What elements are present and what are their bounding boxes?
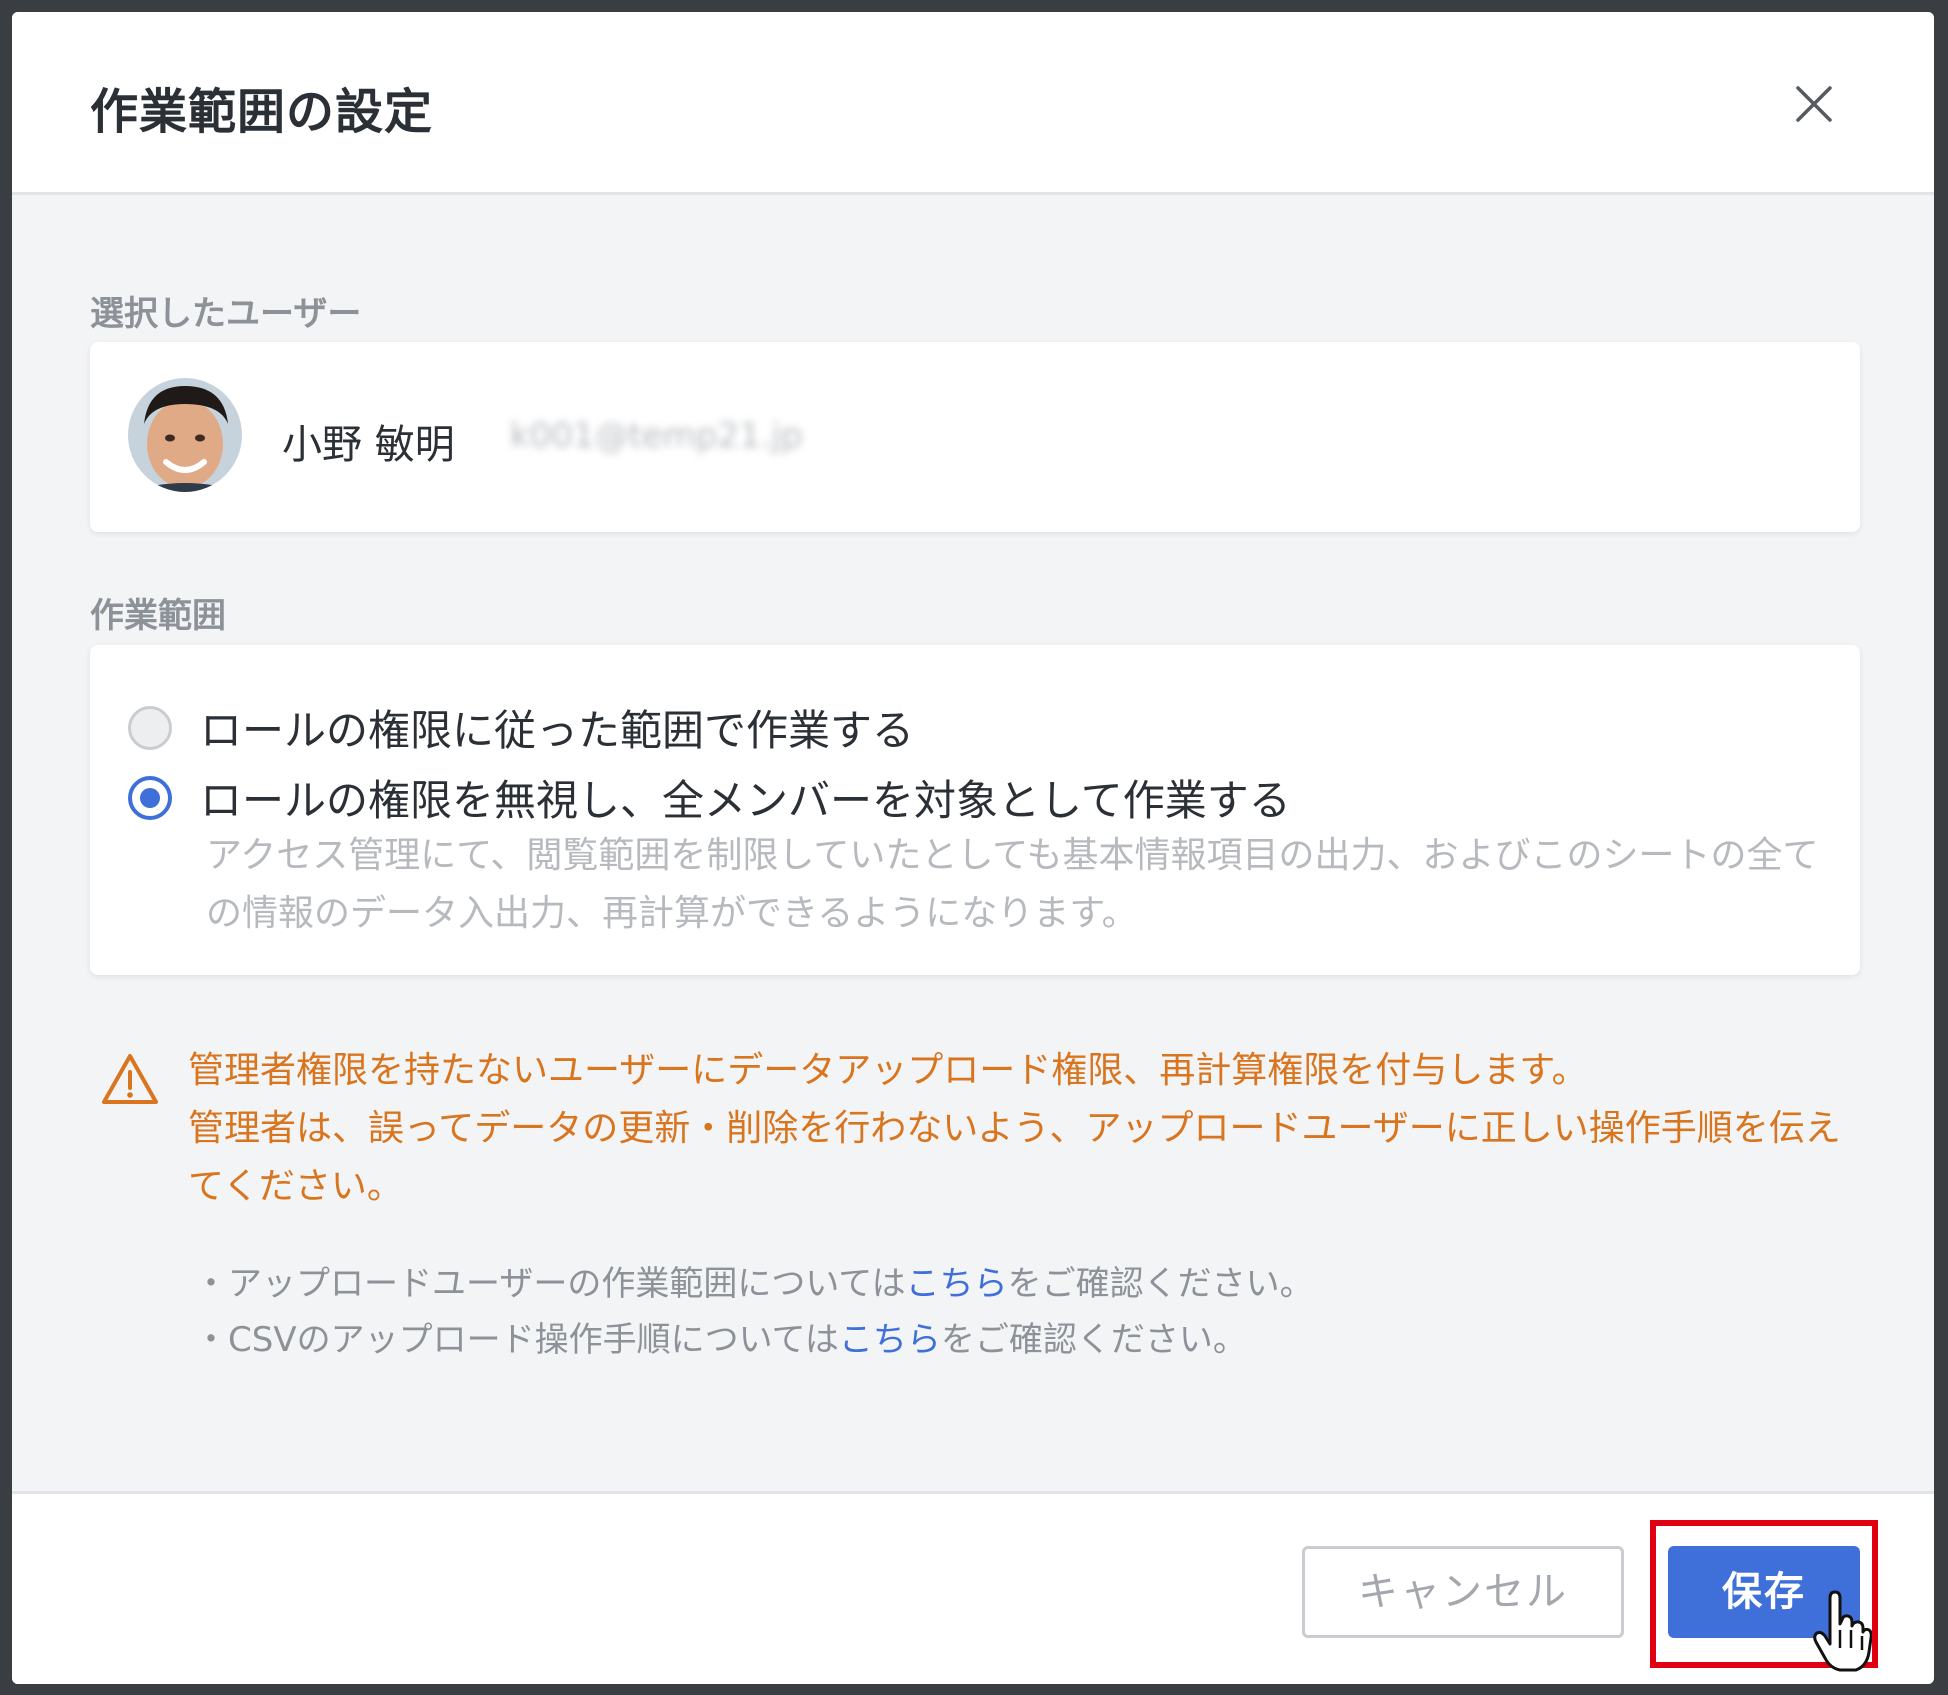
- avatar: [128, 378, 242, 492]
- warning-text: 管理者権限を持たないユーザーにデータアップロード権限、再計算権限を付与します。 …: [188, 1042, 1868, 1216]
- warning-line-2: 管理者は、誤ってデータの更新・削除を行わないよう、アップロードユーザーに正しい操…: [188, 1108, 1841, 1207]
- selected-user-label: 選択したユーザー: [90, 294, 362, 334]
- note-text: ・アップロードユーザーの作業範囲については: [194, 1264, 906, 1304]
- note-text: をご確認ください。: [940, 1320, 1247, 1360]
- note-upload-scope: ・アップロードユーザーの作業範囲についてはこちらをご確認ください。: [194, 1256, 1314, 1305]
- selected-user-card: 小野 敏明 k001@temp21.jp: [90, 342, 1860, 532]
- note-csv-upload: ・CSVのアップロード操作手順についてはこちらをご確認ください。: [194, 1312, 1247, 1361]
- hand-cursor-icon: [1813, 1590, 1872, 1672]
- warning-line-1: 管理者権限を持たないユーザーにデータアップロード権限、再計算権限を付与します。: [188, 1050, 1588, 1091]
- scope-description: アクセス管理にて、閲覧範囲を制限していたとしても基本情報項目の出力、およびこのシ…: [206, 835, 1819, 934]
- warning-icon: [102, 1054, 158, 1104]
- dialog-title: 作業範囲の設定: [90, 84, 434, 140]
- radio-option-label: ロールの権限に従った範囲で作業する: [200, 706, 915, 755]
- cancel-button[interactable]: キャンセル: [1302, 1546, 1624, 1638]
- radio-option-all-members[interactable]: ロールの権限を無視し、全メンバーを対象として作業する: [128, 767, 1291, 828]
- user-name: 小野 敏明: [282, 422, 455, 468]
- radio-option-role-scope[interactable]: ロールの権限に従った範囲で作業する: [128, 697, 914, 758]
- dialog-header: 作業範囲の設定: [12, 12, 1934, 195]
- scope-label: 作業範囲: [90, 596, 226, 636]
- link-upload-scope[interactable]: こちら: [906, 1264, 1008, 1304]
- note-text: ・CSVのアップロード操作手順については: [194, 1320, 839, 1360]
- link-csv-upload[interactable]: こちら: [839, 1320, 941, 1360]
- close-icon: [1796, 86, 1832, 122]
- scope-settings-dialog: 作業範囲の設定 選択したユーザー 小野 敏明 k001@temp21.jp 作業…: [12, 12, 1934, 1684]
- scope-options-card: ロールの権限に従った範囲で作業する ロールの権限を無視し、全メンバーを対象として…: [90, 645, 1860, 975]
- radio-button-selected[interactable]: [128, 775, 172, 820]
- radio-button-unselected[interactable]: [128, 705, 172, 750]
- note-text: をご確認ください。: [1007, 1264, 1314, 1304]
- dialog-footer: キャンセル 保存: [12, 1491, 1934, 1684]
- radio-option-label: ロールの権限を無視し、全メンバーを対象として作業する: [200, 776, 1291, 825]
- close-button[interactable]: [1792, 82, 1836, 126]
- user-email: k001@temp21.jp: [510, 416, 803, 456]
